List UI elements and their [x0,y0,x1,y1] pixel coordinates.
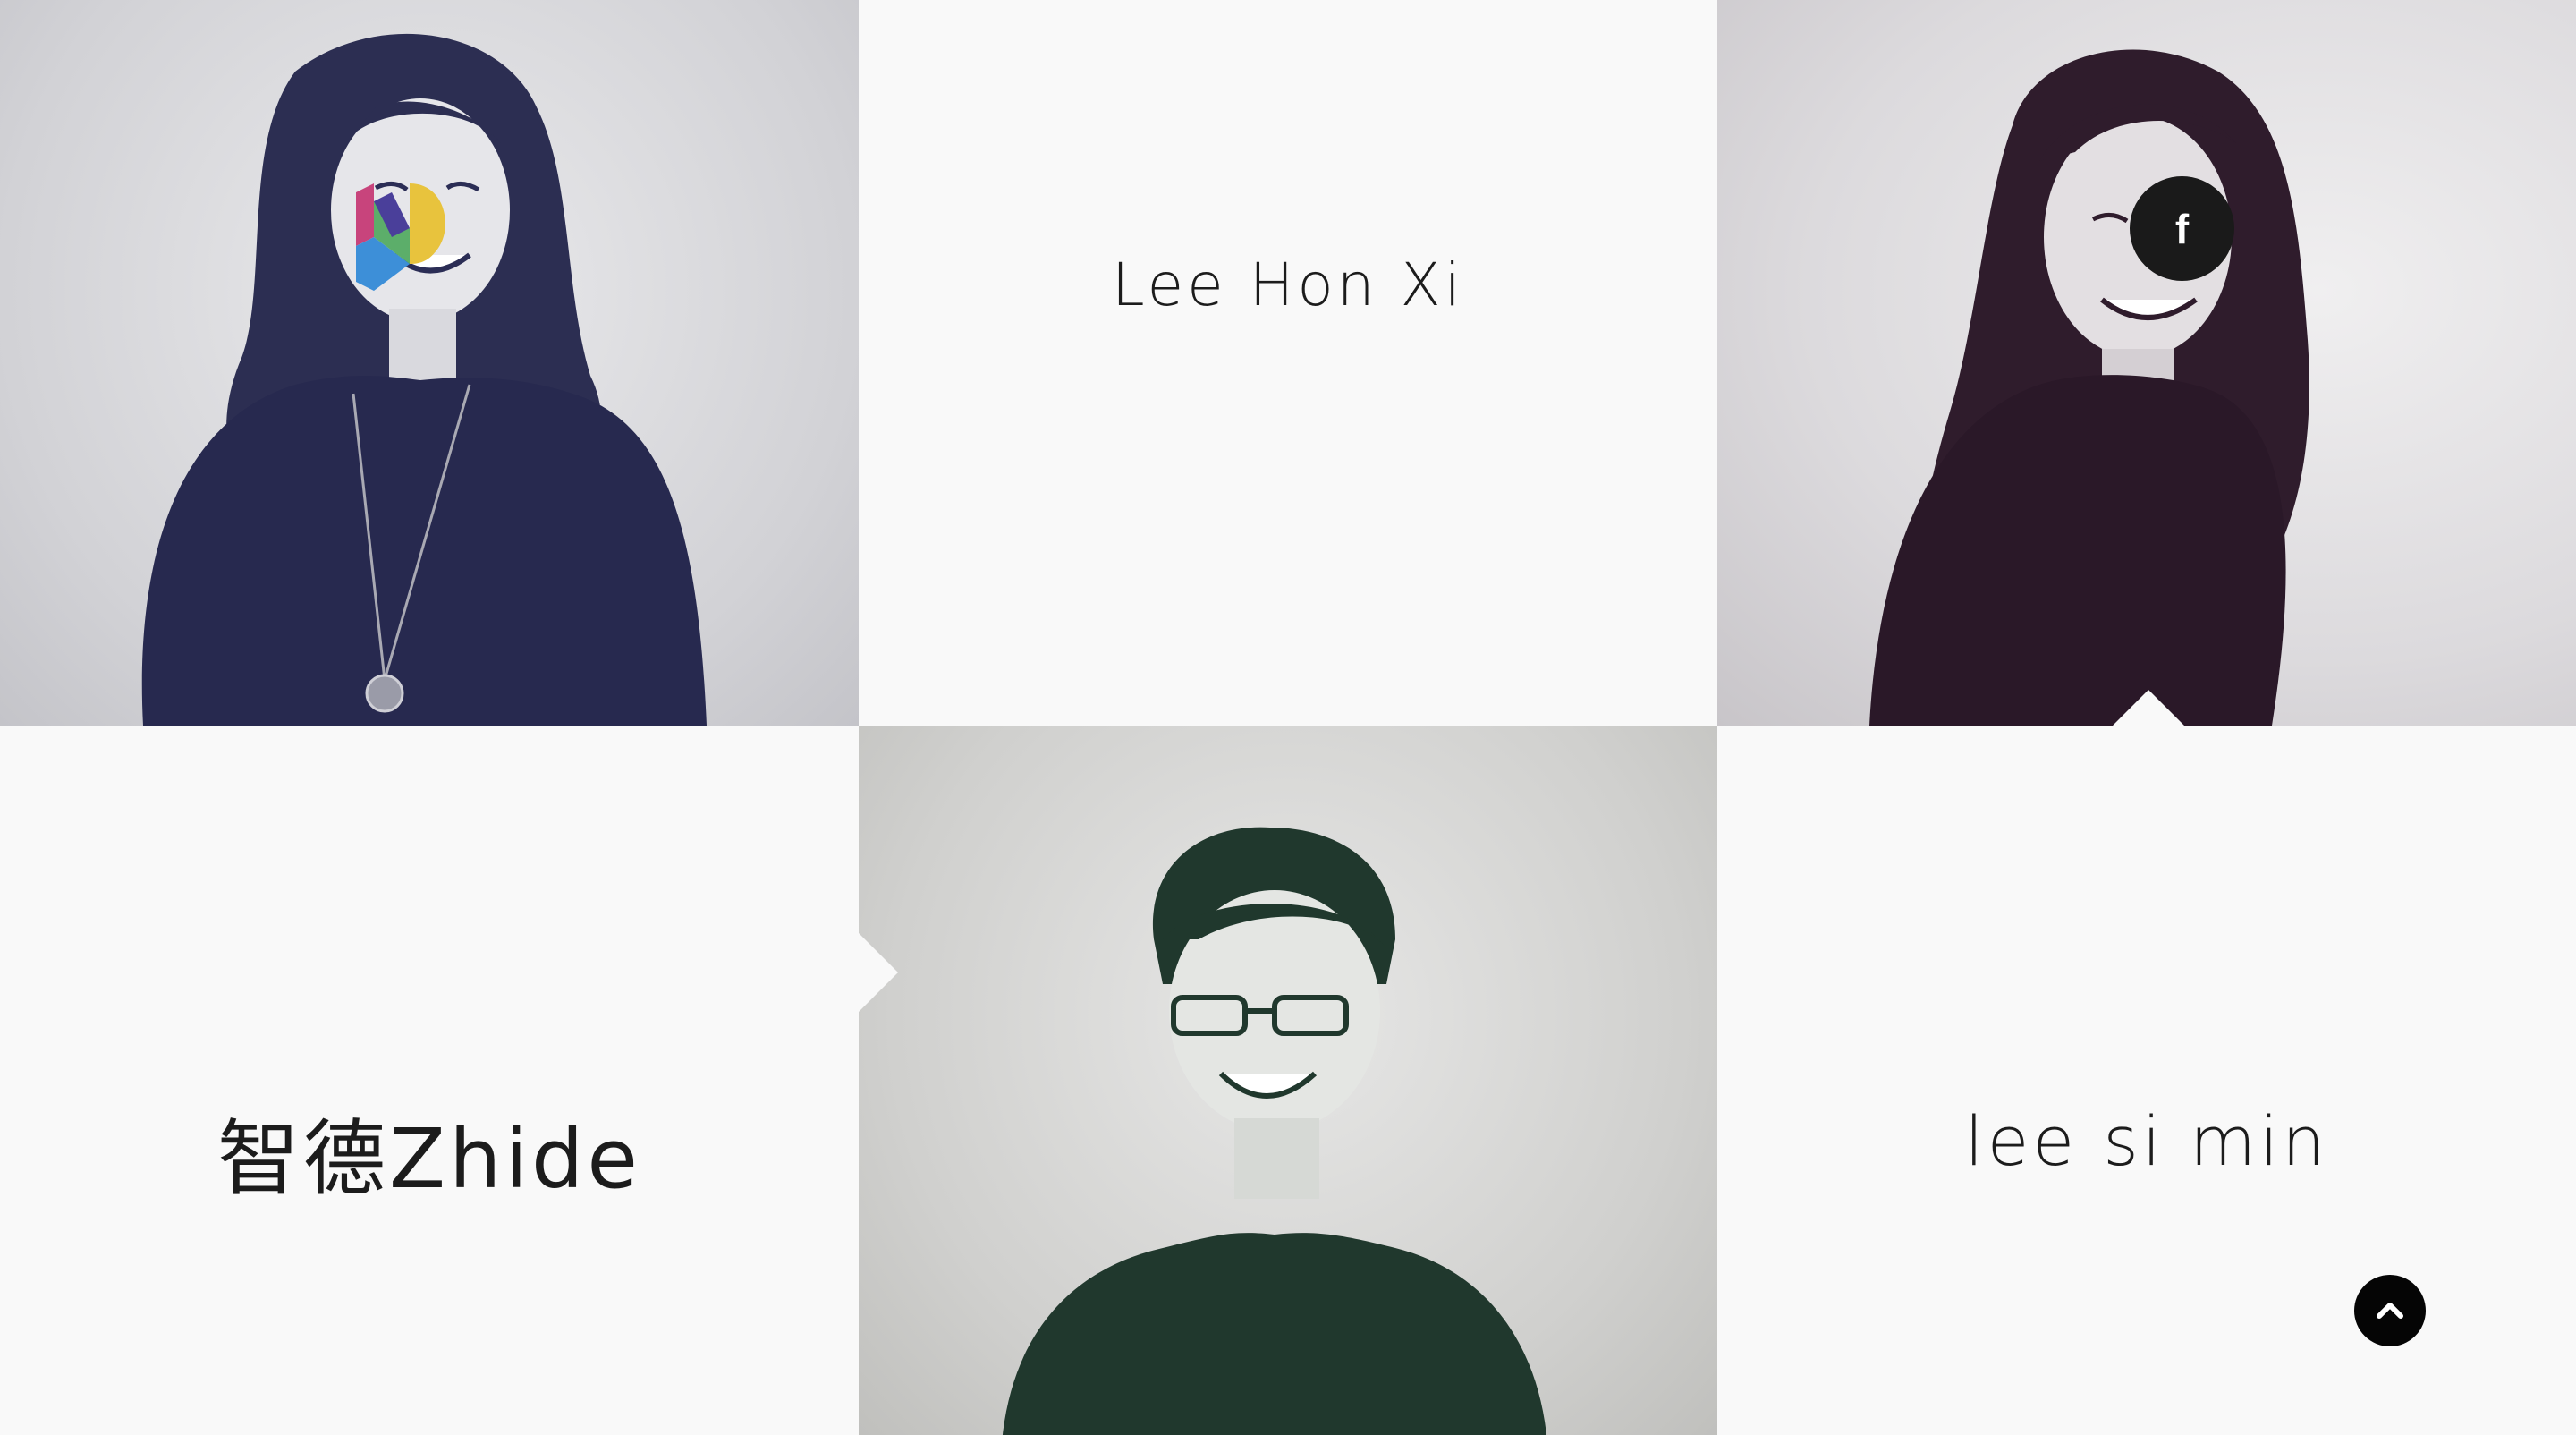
scroll-top-button[interactable] [2354,1275,2426,1346]
arrow-notch [859,933,898,1012]
team-photo-1[interactable] [0,0,859,726]
signature-name: lee si min [1964,1101,2329,1181]
d-logo-icon[interactable] [356,174,454,291]
team-grid: Lee Hon Xi 智德Zhide lee si min f [0,0,2576,1435]
facebook-icon: f [2174,205,2190,252]
team-name-tile-2[interactable]: 智德Zhide [0,726,859,1435]
portrait-woman-1 [141,33,707,726]
team-photo-2[interactable] [1717,0,2576,726]
team-name-tile-3[interactable]: lee si min [1717,726,2576,1435]
team-photo-3[interactable] [859,726,1717,1435]
signature-name: Lee Hon Xi [1111,250,1465,319]
arrow-notch [2113,690,2184,726]
signature-name: 智德Zhide [217,1111,641,1207]
team-name-tile-1[interactable]: Lee Hon Xi [859,0,1717,726]
facebook-button[interactable]: f [2130,176,2234,281]
portrait-woman-2 [1869,49,2309,726]
chevron-up-icon [2377,1303,2403,1319]
portrait-man [1003,827,1546,1435]
